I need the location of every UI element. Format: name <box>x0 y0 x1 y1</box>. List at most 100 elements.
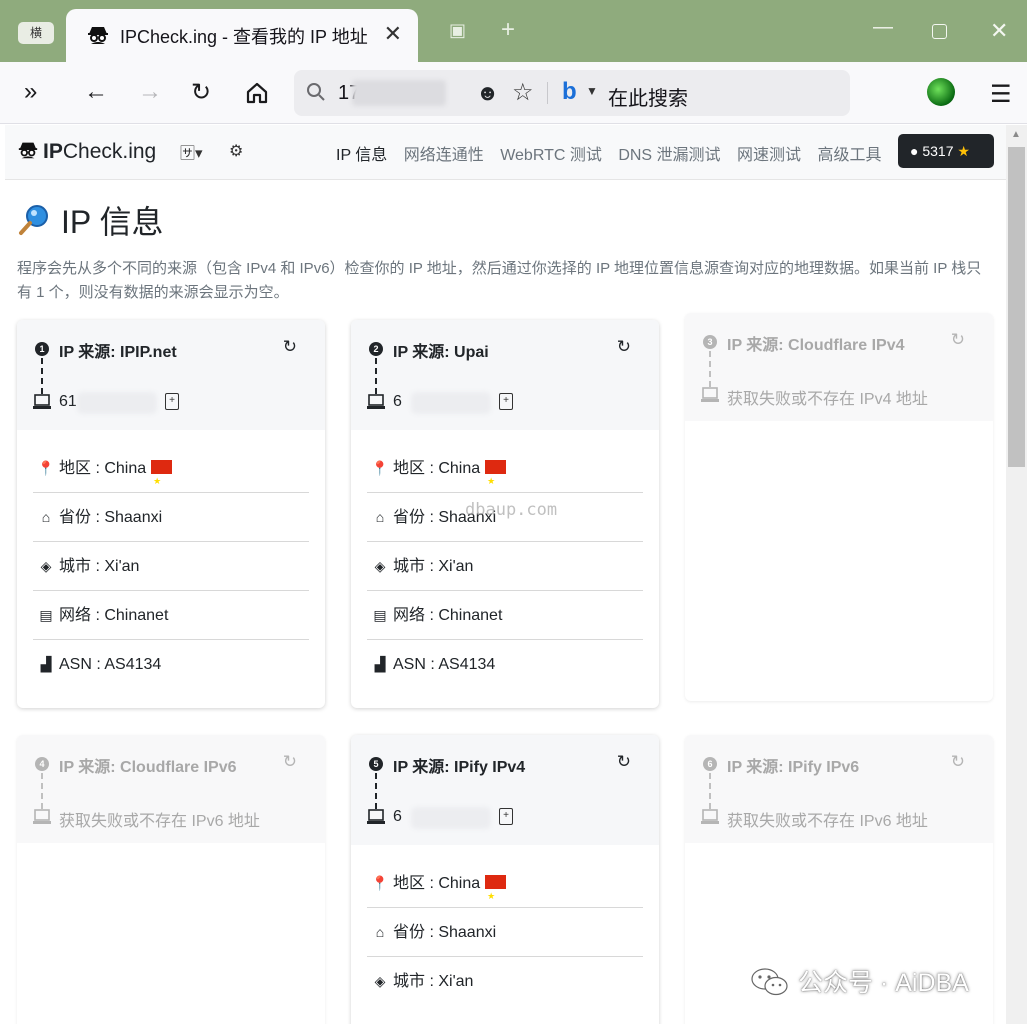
connector-line <box>375 358 377 394</box>
row-label: 城市 : Xi'an <box>393 973 474 990</box>
source-number-badge: 2 <box>369 342 383 356</box>
more-tools-icon[interactable]: » <box>24 78 37 106</box>
copy-icon[interactable]: + <box>499 808 513 825</box>
source-title: IP 来源: IPIP.net <box>59 344 177 361</box>
divider <box>547 82 548 104</box>
nav-link-dns-leak[interactable]: DNS 泄漏测试 <box>618 147 720 164</box>
spy-favicon-icon <box>88 27 108 44</box>
connector-line <box>709 773 711 809</box>
signpost-icon: ◈ <box>40 558 52 574</box>
fail-message: 获取失败或不存在 IPv4 地址 <box>727 391 928 408</box>
card-header: 3 IP 来源: Cloudflare IPv4 ↻ 获取失败或不存在 IPv4… <box>685 313 993 421</box>
chevron-down-icon[interactable]: ▼ <box>586 84 598 98</box>
copy-icon[interactable]: + <box>499 393 513 410</box>
scroll-up-icon[interactable]: ▲ <box>1011 129 1021 140</box>
bing-search-engine-icon[interactable]: b <box>562 78 577 106</box>
copy-icon[interactable]: + <box>165 393 179 410</box>
page-viewport: IPCheck.ing 🈂▾ ⚙ IP 信息 网络连通性 WebRTC 测试 D… <box>5 125 1006 1024</box>
geo-info-list: 📍地区 : China ⌂省份 : Shaanxi ◈城市 : Xi'an ▤网… <box>351 430 659 689</box>
source-number-badge: 6 <box>703 757 717 771</box>
brand-bold: IP <box>43 140 63 163</box>
home-icon: ⌂ <box>41 509 51 525</box>
card-header: 2 IP 来源: Upai ↻ 6 + <box>351 320 659 430</box>
reload-icon[interactable]: ↻ <box>191 78 211 107</box>
search-icon <box>307 83 325 101</box>
row-label: 城市 : Xi'an <box>393 558 474 575</box>
new-tab-icon[interactable]: + <box>501 16 515 44</box>
theme-toggle-icon[interactable]: ⚙ <box>229 141 243 161</box>
ip-source-card-3: 3 IP 来源: Cloudflare IPv4 ↻ 获取失败或不存在 IPv4… <box>685 313 993 701</box>
scrollbar-thumb[interactable] <box>1008 147 1025 467</box>
location-pin-icon: 📍 <box>37 460 55 476</box>
page-scrollbar[interactable]: ▲ <box>1006 125 1027 1024</box>
back-icon[interactable]: ← <box>84 78 108 106</box>
source-title: IP 来源: Upai <box>393 344 489 361</box>
row-label: 地区 : China <box>393 875 481 892</box>
router-icon: ▤ <box>373 607 387 623</box>
computer-icon <box>33 809 51 824</box>
nav-link-connectivity[interactable]: 网络连通性 <box>404 147 484 164</box>
ip-source-card-1: 1 IP 来源: IPIP.net ↻ 61 + 📍地区 : China ⌂ 省份… <box>17 320 325 708</box>
card-header: 6 IP 来源: IPify IPv6 ↻ 获取失败或不存在 IPv6 地址 <box>685 735 993 843</box>
connector-line <box>709 351 711 387</box>
ip-source-card-4: 4 IP 来源: Cloudflare IPv6 ↻ 获取失败或不存在 IPv6… <box>17 735 325 1024</box>
language-switch-icon[interactable]: 🈂▾ <box>180 142 203 163</box>
page-description: 程序会先从多个不同的来源（包含 IPv4 和 IPv6）检查你的 IP 地址，然… <box>17 260 982 301</box>
hamburger-menu-icon[interactable]: ☰ <box>990 80 1012 109</box>
refresh-icon[interactable]: ↻ <box>617 337 631 357</box>
pinned-tab[interactable]: 横 <box>18 22 54 44</box>
nav-link-speedtest[interactable]: 网速测试 <box>737 147 801 164</box>
wechat-icon <box>751 968 788 996</box>
github-stars-button[interactable]: ● 5317 ★ <box>898 134 994 168</box>
list-item: ◈ 城市 : Xi'an <box>367 957 643 1006</box>
refresh-icon[interactable]: ↻ <box>283 337 297 357</box>
geo-info-list: 📍地区 : China ⌂省份 : Shaanxi ◈城市 : Xi'an ▤网… <box>17 430 325 689</box>
github-star-count: 5317 <box>922 143 954 159</box>
card-header: 4 IP 来源: Cloudflare IPv6 ↻ 获取失败或不存在 IPv6… <box>17 735 325 843</box>
row-label: 省份 : Shaanxi <box>393 924 497 941</box>
forward-icon[interactable]: → <box>138 78 162 106</box>
router-icon: ▤ <box>39 607 53 623</box>
maximize-icon[interactable] <box>932 24 947 39</box>
nav-link-webrtc[interactable]: WebRTC 测试 <box>500 147 602 164</box>
china-flag-icon <box>151 457 173 506</box>
source-title: IP 来源: IPify IPv4 <box>393 759 526 776</box>
page-title-text: IP 信息 <box>61 204 164 240</box>
home-icon: ⌂ <box>375 924 385 940</box>
refresh-icon[interactable]: ↻ <box>283 752 297 772</box>
signpost-icon: ◈ <box>374 558 386 574</box>
home-icon[interactable] <box>245 81 269 105</box>
list-item: 📍 地区 : China <box>367 444 643 506</box>
fail-message: 获取失败或不存在 IPv6 地址 <box>59 813 260 830</box>
nav-link-ip-info[interactable]: IP 信息 <box>336 147 387 164</box>
ip-address: 6 <box>393 808 402 825</box>
row-label: 城市 : Xi'an <box>59 558 140 575</box>
refresh-icon[interactable]: ↻ <box>951 330 965 350</box>
row-label: 网络 : Chinanet <box>59 607 169 624</box>
profile-avatar[interactable] <box>927 78 955 106</box>
ip-redaction <box>411 807 491 829</box>
site-brand[interactable]: IPCheck.ing <box>17 139 156 164</box>
address-bar[interactable]: 17 ☻ ☆ b ▼ 在此搜索 <box>294 70 850 116</box>
refresh-icon[interactable]: ↻ <box>951 752 965 772</box>
tab-groups-icon[interactable]: ▣ <box>449 20 466 41</box>
minimize-icon[interactable]: — <box>873 16 893 39</box>
ip-redaction <box>411 392 491 414</box>
star-icon: ★ <box>957 143 970 159</box>
ip-address: 61 <box>59 393 77 410</box>
card-header: 5 IP 来源: IPify IPv4 ↻ 6 + <box>351 735 659 845</box>
refresh-icon[interactable]: ↻ <box>617 752 631 772</box>
window-close-icon[interactable]: ✕ <box>990 18 1008 44</box>
list-item: ⌂ 省份 : Shaanxi <box>367 908 643 957</box>
bookmark-star-icon[interactable]: ☆ <box>512 78 534 107</box>
reader-view-icon[interactable]: ☻ <box>476 80 499 106</box>
active-tab[interactable]: IPCheck.ing - 查看我的 IP 地址 ✕ <box>66 9 418 62</box>
china-flag-icon <box>485 457 507 506</box>
close-tab-icon[interactable]: ✕ <box>384 21 402 47</box>
browser-toolbar: » ← → ↻ 17 ☻ ☆ b ▼ 在此搜索 ☰ <box>0 62 1027 124</box>
source-number-badge: 5 <box>369 757 383 771</box>
spy-logo-icon <box>18 142 38 159</box>
search-input[interactable]: 在此搜索 <box>608 82 688 111</box>
nav-link-advanced-tools[interactable]: 高级工具 <box>817 147 881 164</box>
card-header: 1 IP 来源: IPIP.net ↻ 61 + <box>17 320 325 430</box>
